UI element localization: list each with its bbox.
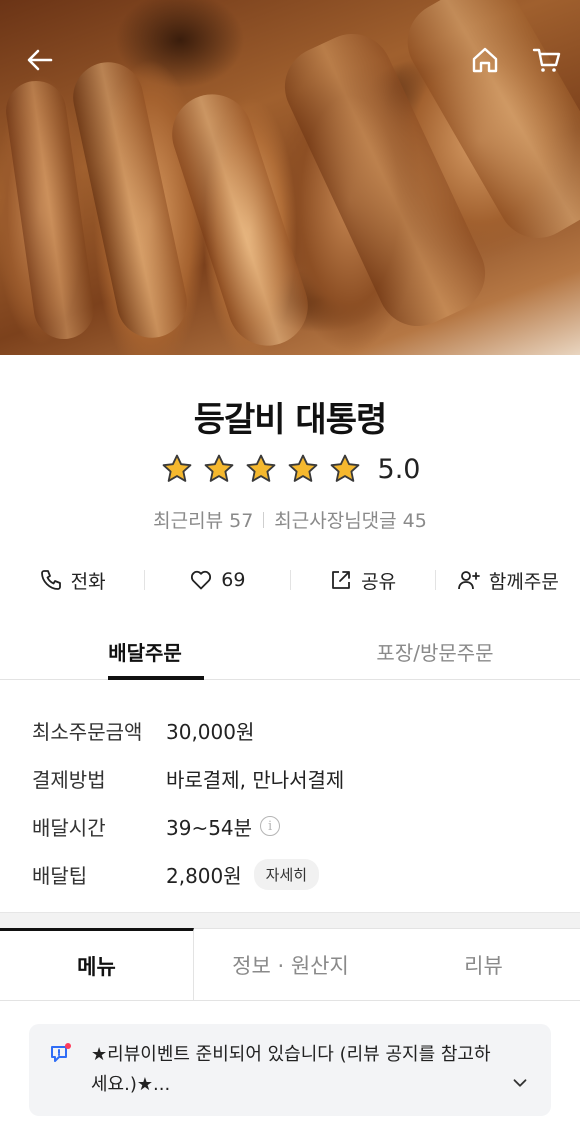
info-row-delivery-tip: 배달팁 2,800원 자세히 [32, 850, 552, 898]
call-button[interactable]: 전화 [0, 567, 144, 594]
info-key: 배달시간 [32, 815, 106, 840]
share-button[interactable]: 공유 [291, 567, 435, 594]
tab-delivery-order[interactable]: 배달주문 [0, 625, 290, 680]
chevron-down-icon[interactable] [509, 1072, 531, 1094]
store-hero-image [0, 0, 580, 355]
section-divider [0, 912, 580, 928]
star-icon [288, 454, 317, 482]
tab-review[interactable]: 리뷰 [387, 928, 580, 1000]
info-value-wrap: 39~54분 i [166, 812, 281, 841]
store-name: 등갈비 대통령 [193, 400, 388, 440]
tab-pickup-order[interactable]: 포장/방문주문 [290, 625, 580, 679]
heart-icon [191, 570, 212, 590]
back-arrow-icon [27, 49, 53, 71]
review-summary: 최근리뷰 57 최근사장님댓글 45 [0, 506, 580, 533]
home-icon [472, 47, 498, 73]
cart-button[interactable] [525, 38, 569, 82]
cart-icon [532, 48, 561, 72]
star-icon [330, 454, 359, 482]
info-row-min-order: 최소주문금액 30,000원 [32, 706, 552, 754]
star-icon [246, 454, 275, 482]
content-tabs: 메뉴 정보 · 원산지 리뷰 [0, 928, 580, 1001]
group-order-label: 함께주문 [488, 570, 559, 593]
like-count: 69 [221, 569, 246, 591]
tab-menu[interactable]: 메뉴 [0, 928, 194, 1000]
rating-value: 5.0 [377, 453, 421, 485]
delivery-info: 최소주문금액 30,000원 결제방법 바로결제, 만나서결제 배달시간 39~… [32, 706, 552, 898]
home-button[interactable] [463, 38, 507, 82]
divider [263, 511, 265, 528]
star-icon [204, 454, 233, 482]
share-icon [332, 571, 351, 589]
notice-text: ★리뷰이벤트 준비되어 있습니다 (리뷰 공지를 참고하세요.)★... [91, 1044, 491, 1095]
recent-reviews-link[interactable]: 최근리뷰 57 [153, 506, 253, 533]
store-action-bar: 전화 69 공유 함께주문 [0, 560, 580, 600]
info-key: 배달팁 [32, 863, 88, 888]
info-value: 바로결제, 만나서결제 [166, 767, 345, 792]
rating-row: 5.0 [0, 452, 580, 486]
info-icon[interactable]: i [260, 816, 281, 836]
tip-detail-button[interactable]: 자세히 [253, 858, 320, 890]
back-button[interactable] [18, 38, 62, 82]
tab-info-origin[interactable]: 정보 · 원산지 [194, 928, 387, 1000]
phone-icon [40, 570, 61, 590]
add-person-icon [458, 571, 480, 590]
info-key: 최소주문금액 [32, 719, 143, 744]
info-value: 30,000원 [166, 719, 255, 744]
notice-chat-icon [51, 1043, 71, 1062]
store-notice-banner[interactable]: ★리뷰이벤트 준비되어 있습니다 (리뷰 공지를 참고하세요.)★... [29, 1024, 551, 1116]
owner-replies-link[interactable]: 최근사장님댓글 45 [274, 506, 427, 533]
call-label: 전화 [70, 570, 106, 593]
info-row-payment: 결제방법 바로결제, 만나서결제 [32, 754, 552, 802]
info-row-delivery-time: 배달시간 39~54분 i [32, 802, 552, 850]
info-value-wrap: 2,800원 자세히 [166, 858, 320, 890]
info-key: 결제방법 [32, 767, 106, 792]
group-order-button[interactable]: 함께주문 [436, 567, 580, 594]
info-value: 39~54분 [166, 815, 253, 840]
star-icon [162, 454, 191, 482]
like-button[interactable]: 69 [145, 568, 289, 592]
share-label: 공유 [361, 570, 397, 593]
info-value: 2,800원 [166, 863, 242, 888]
order-type-tabs: 배달주문 포장/방문주문 [0, 625, 580, 680]
